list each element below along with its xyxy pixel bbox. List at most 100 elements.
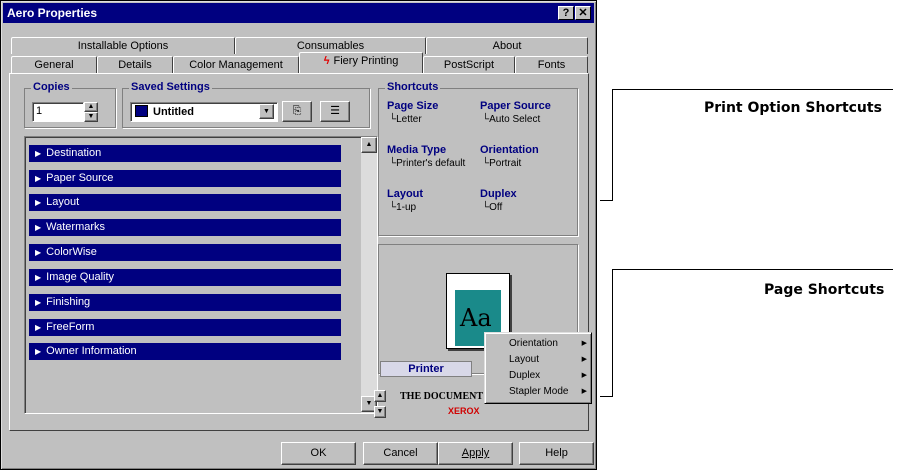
copies-up-arrow-icon[interactable]: ▲ <box>84 102 98 112</box>
saved-settings-value: Untitled <box>153 106 194 118</box>
option-label: ColorWise <box>46 246 97 258</box>
annotation-line-print-options <box>612 89 893 90</box>
orientation-label[interactable]: Orientation <box>480 144 539 156</box>
window-title: Aero Properties <box>7 6 98 20</box>
page-size-value: └Letter <box>389 114 422 125</box>
copies-label: Copies <box>31 81 72 93</box>
copies-input[interactable]: 1 <box>32 102 84 122</box>
paper-source-label[interactable]: Paper Source <box>480 100 551 112</box>
expand-arrow-icon: ▶ <box>35 298 42 307</box>
option-label: Owner Information <box>46 345 137 357</box>
tab-fiery-printing-label: Fiery Printing <box>333 55 399 67</box>
scroll-up-arrow-icon[interactable]: ▲ <box>361 137 377 153</box>
list-settings-icon: ☰ <box>330 105 340 117</box>
option-bar-freeform[interactable]: ▶ FreeForm <box>29 319 341 336</box>
help-title-button[interactable]: ? <box>558 6 574 20</box>
option-label: Finishing <box>46 296 91 308</box>
tab-general[interactable]: General <box>11 56 97 73</box>
orientation-value: └Portrait <box>482 158 522 169</box>
menu-item-duplex[interactable]: Duplex ▶ <box>509 369 587 383</box>
help-button[interactable]: Help <box>519 442 594 465</box>
tab-color-management[interactable]: Color Management <box>173 56 299 73</box>
properties-window: Aero Properties ? ✕ Installable Options … <box>0 0 597 470</box>
layout-label[interactable]: Layout <box>387 188 423 200</box>
expand-arrow-icon: ▶ <box>35 323 42 332</box>
computer-icon <box>135 105 148 117</box>
menu-item-label: Duplex <box>509 370 541 381</box>
submenu-arrow-icon: ▶ <box>581 372 587 379</box>
tab-installable-options[interactable]: Installable Options <box>11 37 235 54</box>
page-size-label[interactable]: Page Size <box>387 100 438 112</box>
layout-text: 1-up <box>396 202 417 213</box>
media-type-label[interactable]: Media Type <box>387 144 446 156</box>
expand-arrow-icon: ▶ <box>35 174 42 183</box>
option-label: Watermarks <box>46 221 106 233</box>
spin-up-arrow-icon[interactable]: ▲ <box>374 390 386 402</box>
manage-settings-button[interactable]: ☰ <box>320 101 350 122</box>
tab-about[interactable]: About <box>426 37 588 54</box>
lightning-bolt-icon: ϟ <box>323 55 330 67</box>
saved-settings-label: Saved Settings <box>129 81 212 93</box>
media-type-value: └Printer's default <box>389 158 466 169</box>
paper-source-text: Auto Select <box>489 114 541 125</box>
annotation-tick-page <box>600 396 613 397</box>
expand-arrow-icon: ▶ <box>35 273 42 282</box>
page-shortcuts-caption: Page Shortcuts <box>764 282 885 298</box>
saved-settings-select[interactable]: Untitled ▼ <box>130 102 278 122</box>
spin-down-arrow-icon[interactable]: ▼ <box>374 406 386 418</box>
dropdown-arrow-icon[interactable]: ▼ <box>259 104 274 119</box>
layout-value: └1-up <box>389 202 417 213</box>
expand-arrow-icon: ▶ <box>35 223 42 232</box>
option-label: Image Quality <box>46 271 115 283</box>
cancel-button[interactable]: Cancel <box>363 442 438 465</box>
orientation-text: Portrait <box>489 158 522 169</box>
annotation-tick-print-options <box>600 200 613 201</box>
submenu-arrow-icon: ▶ <box>581 388 587 395</box>
duplex-value: └Off <box>482 202 503 213</box>
shortcuts-title: Shortcuts <box>385 81 441 93</box>
option-bar-destination[interactable]: ▶ Destination <box>29 145 341 162</box>
print-options-list: ▶ Destination ▶ Paper Source ▶ Layout ▶ Wate… <box>24 136 378 414</box>
expand-arrow-icon: ▶ <box>35 198 42 207</box>
tab-details[interactable]: Details <box>97 56 173 73</box>
tab-fiery-printing[interactable]: ϟ Fiery Printing <box>299 52 423 73</box>
page-size-text: Letter <box>396 114 422 125</box>
submenu-arrow-icon: ▶ <box>581 356 587 363</box>
copies-down-arrow-icon[interactable]: ▼ <box>84 112 98 122</box>
option-label: Layout <box>46 196 80 208</box>
save-disk-icon: ⎘ <box>292 105 302 117</box>
option-bar-paper-source[interactable]: ▶ Paper Source <box>29 170 341 187</box>
option-bar-watermarks[interactable]: ▶ Watermarks <box>29 219 341 236</box>
options-scrollbar[interactable]: ▲ ▼ <box>361 137 377 413</box>
option-bar-colorwise[interactable]: ▶ ColorWise <box>29 244 341 261</box>
apply-button[interactable]: Apply <box>438 442 513 465</box>
menu-item-orientation[interactable]: Orientation ▶ <box>509 337 587 351</box>
print-option-shortcuts-caption: Print Option Shortcuts <box>704 100 882 116</box>
close-title-button[interactable]: ✕ <box>575 6 591 20</box>
option-bar-image-quality[interactable]: ▶ Image Quality <box>29 269 341 286</box>
option-bar-layout[interactable]: ▶ Layout <box>29 194 341 211</box>
xerox-logo: XEROX <box>448 406 480 416</box>
expand-arrow-icon: ▶ <box>35 149 42 158</box>
tab-fonts[interactable]: Fonts <box>515 56 588 73</box>
menu-item-layout[interactable]: Layout ▶ <box>509 353 587 367</box>
option-label: Destination <box>46 147 102 159</box>
duplex-text: Off <box>489 202 503 213</box>
save-settings-button[interactable]: ⎘ <box>282 101 312 122</box>
annotation-bracket-print-options <box>612 89 613 200</box>
ok-button[interactable]: OK <box>281 442 356 465</box>
printer-tab[interactable]: Printer <box>380 361 472 377</box>
expand-arrow-icon: ▶ <box>35 347 42 356</box>
media-type-text: Printer's default <box>396 158 466 169</box>
tab-postscript[interactable]: PostScript <box>423 56 515 73</box>
option-label: Paper Source <box>46 172 114 184</box>
menu-item-label: Layout <box>509 354 540 365</box>
submenu-arrow-icon: ▶ <box>581 340 587 347</box>
shortcut-context-menu: Orientation ▶ Layout ▶ Duplex ▶ Stapler Mod… <box>484 332 592 404</box>
option-bar-finishing[interactable]: ▶ Finishing <box>29 294 341 311</box>
option-bar-owner-information[interactable]: ▶ Owner Information <box>29 343 341 360</box>
title-bar: Aero Properties ? ✕ <box>3 3 594 23</box>
preview-sample-text: Aa <box>460 304 492 332</box>
duplex-label[interactable]: Duplex <box>480 188 517 200</box>
menu-item-stapler-mode[interactable]: Stapler Mode ▶ <box>509 385 587 399</box>
